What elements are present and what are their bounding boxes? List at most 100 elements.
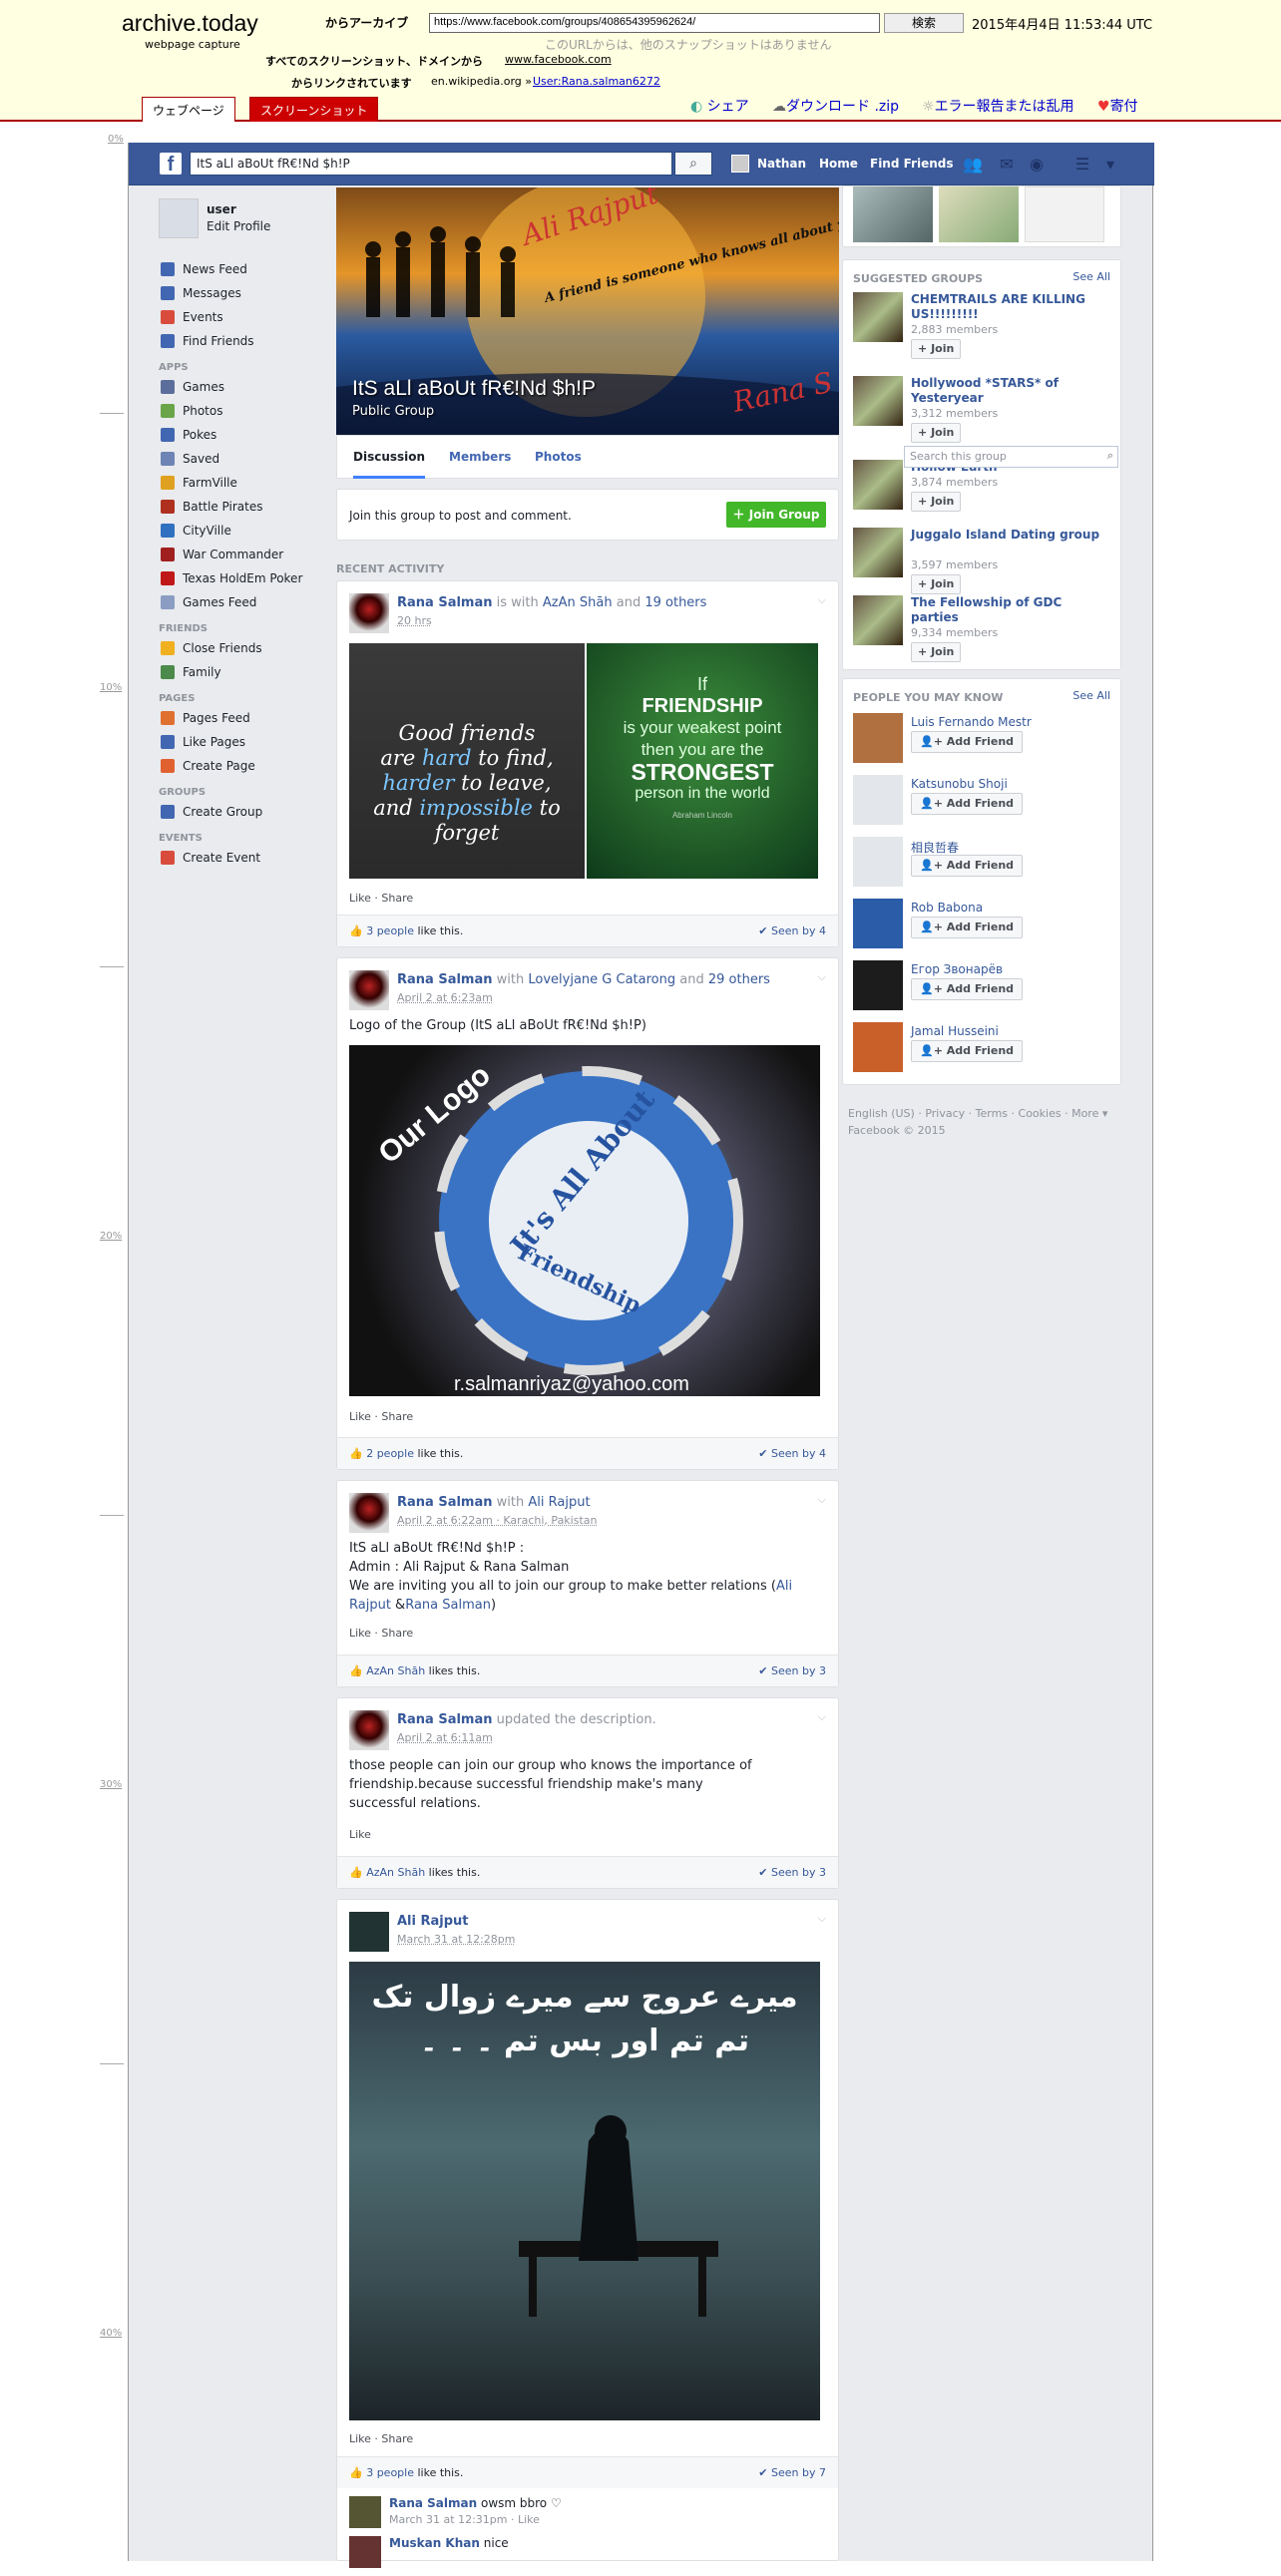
- likers-link[interactable]: 2 people: [366, 1447, 414, 1460]
- comment-meta[interactable]: March 31 at 12:31pm · Like: [389, 2513, 540, 2526]
- sidebar-item-news-feed[interactable]: News Feed: [159, 260, 328, 280]
- tagged-link[interactable]: Lovelyjane G Catarong: [528, 972, 675, 987]
- author-link[interactable]: Ali Rajput: [397, 1914, 469, 1929]
- report-link[interactable]: ☼エラー報告または乱用: [922, 96, 1074, 116]
- sidebar-item-cityville[interactable]: CityVille: [159, 522, 328, 542]
- add-friend-button[interactable]: 👤+ Add Friend: [911, 1040, 1024, 1062]
- likers-link[interactable]: 3 people: [366, 2466, 414, 2479]
- post-photo[interactable]: میرے عروج سے میرے زوال تک تم تم اور بس ت…: [349, 1962, 820, 2420]
- sidebar-item-create-group[interactable]: Create Group: [159, 803, 328, 823]
- sidebar-item-photos[interactable]: Photos: [159, 402, 328, 422]
- person-avatar[interactable]: [853, 960, 903, 1010]
- profile-link[interactable]: Nathan: [757, 157, 806, 171]
- archive-logo[interactable]: archive.today: [122, 10, 258, 37]
- group-thumbnail[interactable]: [853, 528, 903, 577]
- seen-by-link[interactable]: ✔ Seen by 4: [758, 924, 826, 937]
- post-timestamp[interactable]: 20 hrs: [397, 614, 432, 627]
- group-name-link[interactable]: Juggalo Island Dating group: [911, 528, 1110, 543]
- sidebar-item-like-pages[interactable]: Like Pages: [159, 733, 328, 753]
- person-avatar[interactable]: [853, 837, 903, 887]
- seen-by-link[interactable]: ✔ Seen by 3: [758, 1866, 826, 1879]
- sidebar-item-pages-feed[interactable]: Pages Feed: [159, 709, 328, 729]
- home-link[interactable]: Home: [819, 157, 858, 171]
- tagged-link[interactable]: AzAn Shāh: [543, 595, 613, 610]
- add-friend-button[interactable]: 👤+ Add Friend: [911, 793, 1024, 815]
- person-avatar[interactable]: [853, 713, 903, 763]
- commenter-avatar[interactable]: [349, 2496, 381, 2528]
- group-thumbnail[interactable]: [853, 595, 903, 645]
- person-name-link[interactable]: Rob Babona: [911, 901, 983, 915]
- person-avatar[interactable]: [853, 1022, 903, 1072]
- commenter-link[interactable]: Rana Salman: [389, 2496, 477, 2510]
- join-group-button[interactable]: ＋ Join Group: [726, 502, 826, 528]
- post-actions[interactable]: Like · Share: [349, 1627, 413, 1640]
- tagged-others-link[interactable]: 29 others: [708, 972, 770, 987]
- post-actions[interactable]: Like: [349, 1828, 371, 1841]
- author-avatar[interactable]: [349, 593, 389, 633]
- author-avatar[interactable]: [349, 1710, 389, 1750]
- join-group-button[interactable]: + Join: [911, 642, 962, 662]
- likers-link[interactable]: AzAn Shāh: [366, 1866, 425, 1879]
- group-name-link[interactable]: Hollywood *STARS* of Yesteryear: [911, 376, 1110, 406]
- group-photo-thumb[interactable]: [853, 186, 933, 242]
- post-options-chevron-icon[interactable]: ⌵: [818, 593, 826, 607]
- author-avatar[interactable]: [349, 970, 389, 1010]
- author-link[interactable]: Rana Salman: [397, 595, 493, 610]
- sidebar-item-family[interactable]: Family: [159, 663, 328, 683]
- post-timestamp[interactable]: April 2 at 6:11am: [397, 1731, 493, 1744]
- sidebar-item-create-page[interactable]: Create Page: [159, 757, 328, 777]
- search-group-input[interactable]: Search this group ⌕: [904, 446, 1118, 468]
- post-photo[interactable]: Our Logo It's All About Friendship r.sal…: [349, 1045, 820, 1396]
- add-friend-button[interactable]: 👤+ Add Friend: [911, 855, 1024, 877]
- messages-icon[interactable]: ✉: [997, 155, 1017, 174]
- ruler-label[interactable]: 30%: [100, 1779, 122, 1790]
- join-group-button[interactable]: + Join: [911, 339, 962, 359]
- join-group-button[interactable]: + Join: [911, 423, 962, 443]
- author-avatar[interactable]: [349, 1912, 389, 1952]
- person-avatar[interactable]: [853, 899, 903, 948]
- sidebar-item-messages[interactable]: Messages: [159, 284, 328, 304]
- tagged-link[interactable]: Ali Rajput: [528, 1495, 590, 1510]
- seen-by-link[interactable]: ✔ Seen by 4: [758, 1447, 826, 1460]
- person-avatar[interactable]: [853, 775, 903, 825]
- sidebar-item-games[interactable]: Games: [159, 378, 328, 398]
- tab-members[interactable]: Members: [449, 450, 511, 464]
- likers-link[interactable]: AzAn Shāh: [366, 1664, 425, 1677]
- group-photo-thumb[interactable]: [1025, 186, 1104, 242]
- privacy-shortcuts-icon[interactable]: ☰: [1072, 155, 1092, 174]
- search-input[interactable]: ItS aLl aBoUt fR€!Nd $h!P: [190, 152, 672, 176]
- add-friend-button[interactable]: 👤+ Add Friend: [911, 978, 1024, 1000]
- join-group-button[interactable]: + Join: [911, 574, 962, 594]
- sidebar-item-texas-holdem-poker[interactable]: Texas HoldEm Poker: [159, 569, 328, 589]
- archive-domain-link[interactable]: www.facebook.com: [505, 53, 612, 66]
- ruler-label[interactable]: 10%: [100, 682, 122, 693]
- add-friend-button[interactable]: 👤+ Add Friend: [911, 731, 1024, 753]
- edit-profile-link[interactable]: Edit Profile: [207, 219, 270, 233]
- sidebar-item-games-feed[interactable]: Games Feed: [159, 593, 328, 613]
- post-options-chevron-icon[interactable]: ⌵: [818, 1493, 826, 1507]
- archive-url-input[interactable]: https://www.facebook.com/groups/40865439…: [429, 13, 880, 33]
- post-photo[interactable]: Good friends are hard to find, harder to…: [349, 643, 585, 879]
- ruler-label[interactable]: 20%: [100, 1231, 122, 1242]
- profile-avatar[interactable]: [159, 198, 199, 238]
- archive-search-button[interactable]: 検索: [884, 13, 964, 33]
- tagged-others-link[interactable]: 19 others: [644, 595, 706, 610]
- commenter-avatar[interactable]: [349, 2536, 381, 2568]
- author-link[interactable]: Rana Salman: [397, 1712, 493, 1727]
- footer-links[interactable]: English (US) · Privacy · Terms · Cookies…: [848, 1105, 1107, 1122]
- post-actions[interactable]: Like · Share: [349, 2432, 413, 2445]
- ruler-label[interactable]: 0%: [108, 134, 124, 145]
- group-cover-photo[interactable]: Ali Rajput A friend is someone who knows…: [336, 187, 839, 435]
- ruler-label[interactable]: 40%: [100, 2328, 122, 2339]
- tab-photos[interactable]: Photos: [535, 450, 582, 464]
- seen-by-link[interactable]: ✔ Seen by 7: [758, 2466, 826, 2479]
- commenter-link[interactable]: Muskan Khan: [389, 2536, 480, 2550]
- post-timestamp[interactable]: April 2 at 6:22am · Karachi, Pakistan: [397, 1514, 598, 1527]
- person-name-link[interactable]: Jamal Husseini: [911, 1024, 999, 1038]
- post-photo[interactable]: If FRIENDSHIP is your weakest point then…: [587, 643, 818, 879]
- sidebar-item-saved[interactable]: Saved: [159, 450, 328, 470]
- person-name-link[interactable]: Luis Fernando Mestr: [911, 715, 1032, 729]
- group-thumbnail[interactable]: [853, 460, 903, 510]
- post-timestamp[interactable]: April 2 at 6:23am: [397, 991, 493, 1004]
- seen-by-link[interactable]: ✔ Seen by 3: [758, 1664, 826, 1677]
